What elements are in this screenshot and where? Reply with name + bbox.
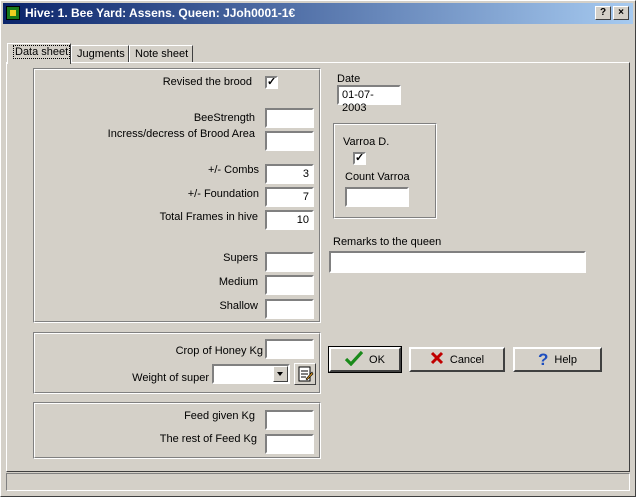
medium-field[interactable] (265, 275, 314, 295)
cancel-label: Cancel (449, 353, 485, 366)
cancel-button[interactable]: Cancel (409, 347, 505, 372)
tab-data-sheet[interactable]: Data sheet (7, 43, 71, 64)
window-title: Hive: 1. Bee Yard: Assens. Queen: JJoh00… (25, 6, 296, 20)
combs-field[interactable]: 3 (265, 164, 314, 184)
ok-label: OK (369, 353, 385, 366)
tab-note-sheet[interactable]: Note sheet (129, 45, 193, 63)
x-icon (430, 351, 444, 368)
total-frames-field[interactable]: 10 (265, 210, 314, 230)
feed-given-field[interactable] (265, 410, 314, 430)
check-icon (344, 350, 364, 369)
count-varroa-label: Count Varroa (345, 171, 410, 183)
revised-brood-checkbox[interactable]: ✓ (265, 76, 278, 89)
medium-label: Medium (218, 276, 258, 288)
count-varroa-field[interactable] (345, 187, 409, 207)
rest-feed-field[interactable] (265, 434, 314, 454)
supers-label: Supers (223, 252, 258, 264)
crop-honey-label: Crop of Honey Kg (175, 345, 263, 357)
notepad-icon[interactable] (294, 363, 316, 385)
varroa-label: Varroa D. (343, 136, 390, 148)
help-label: Help (554, 353, 577, 366)
combs-label: +/- Combs (207, 164, 259, 176)
app-icon (6, 6, 20, 20)
total-frames-label: Total Frames in hive (159, 211, 258, 223)
tab-label: Jugments (77, 48, 125, 60)
title-bar[interactable]: Hive: 1. Bee Yard: Assens. Queen: JJoh00… (3, 3, 633, 24)
brood-area-field[interactable] (265, 131, 314, 151)
close-title-button[interactable]: × (613, 6, 629, 20)
help-title-button[interactable]: ? (595, 6, 611, 20)
dropdown-arrow-icon[interactable] (273, 366, 288, 382)
status-bar (6, 473, 630, 491)
bee-strength-field[interactable] (265, 108, 314, 128)
foundation-field[interactable]: 7 (265, 187, 314, 207)
remarks-label: Remarks to the queen (333, 236, 442, 248)
tab-label: Note sheet (135, 48, 189, 60)
supers-field[interactable] (265, 252, 314, 272)
date-label: Date (337, 73, 361, 85)
foundation-label: +/- Foundation (187, 188, 259, 200)
dialog-window: Hive: 1. Bee Yard: Assens. Queen: JJoh00… (0, 0, 636, 497)
rest-feed-label: The rest of Feed Kg (159, 433, 257, 445)
question-icon: ? (537, 349, 549, 369)
revised-brood-label: Revised the brood (162, 76, 252, 88)
weight-super-select[interactable] (212, 364, 290, 384)
crop-honey-field[interactable] (265, 339, 314, 359)
shallow-field[interactable] (265, 299, 314, 319)
weight-super-label: Weight of super (132, 372, 209, 384)
date-field[interactable]: 01-07-2003 (337, 85, 401, 114)
tab-label: Data sheet (13, 45, 71, 59)
help-button[interactable]: ? Help (513, 347, 602, 372)
varroa-checkbox[interactable]: ✓ (353, 152, 366, 165)
brood-area-label: Incress/decress of Brood Area (107, 128, 255, 140)
remarks-field[interactable] (329, 251, 586, 273)
tab-jugments[interactable]: Jugments (71, 45, 129, 63)
ok-button[interactable]: OK (328, 346, 402, 373)
shallow-label: Shallow (219, 300, 258, 312)
bee-strength-label: BeeStrength (193, 112, 255, 124)
feed-given-label: Feed given Kg (184, 410, 255, 422)
